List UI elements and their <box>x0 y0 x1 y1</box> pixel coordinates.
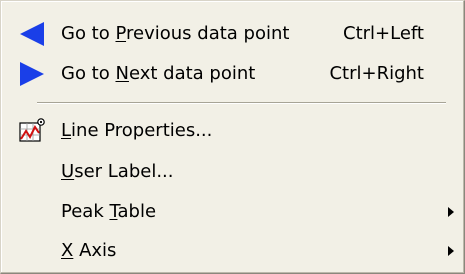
submenu-arrow-icon <box>448 207 454 217</box>
menu-item-shortcut: Ctrl+Right <box>329 63 424 84</box>
menu-separator <box>37 102 446 104</box>
menu-item-label: Peak Table <box>61 201 157 222</box>
menu-item-label: Go to Previous data point <box>61 23 290 44</box>
menu-item-user-label[interactable]: User Label... <box>5 152 460 192</box>
menu-item-label: X Axis <box>61 240 117 261</box>
left-triangle-icon <box>17 19 47 49</box>
context-menu: Go to Previous data point Ctrl+Left Go t… <box>0 0 465 274</box>
line-properties-icon <box>17 116 47 146</box>
right-triangle-icon <box>17 59 47 89</box>
menu-item-line-properties[interactable]: Line Properties... <box>5 111 460 151</box>
menu-item-label: Go to Next data point <box>61 63 256 84</box>
submenu-arrow-icon <box>448 246 454 256</box>
menu-item-go-to-next-data-point[interactable]: Go to Next data point Ctrl+Right <box>5 54 460 94</box>
menu-item-shortcut: Ctrl+Left <box>343 23 424 44</box>
menu-item-label: Line Properties... <box>61 120 213 141</box>
menu-item-go-to-previous-data-point[interactable]: Go to Previous data point Ctrl+Left <box>5 14 460 54</box>
menu-item-x-axis[interactable]: X Axis <box>5 231 460 271</box>
menu-item-peak-table[interactable]: Peak Table <box>5 192 460 232</box>
menu-item-label: User Label... <box>61 161 174 182</box>
